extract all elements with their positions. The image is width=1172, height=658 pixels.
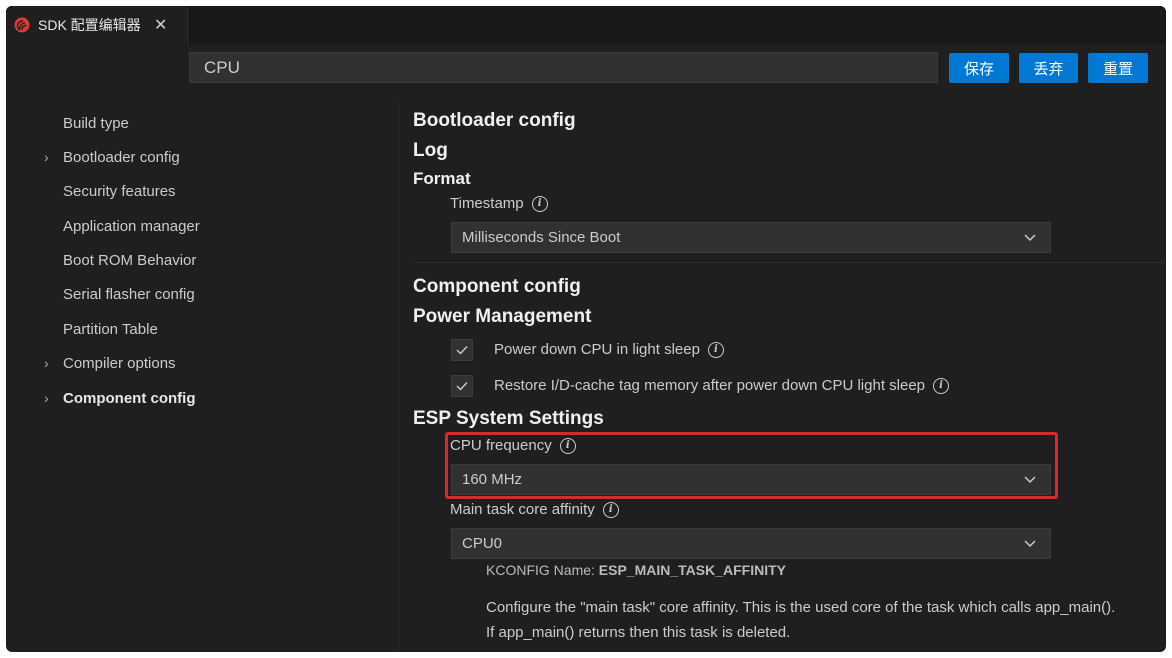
description-line-2: If app_main() returns then this task is … xyxy=(486,624,791,641)
sidebar-item-application-manager[interactable]: Application manager xyxy=(63,218,200,235)
format-heading: Format xyxy=(413,169,471,188)
affinity-select-value: CPU0 xyxy=(462,535,503,552)
tab-sdk-config-editor[interactable]: SDK 配置编辑器 ✕ xyxy=(6,6,188,44)
restore-cache-label: Restore I/D-cache tag memory after power… xyxy=(494,377,926,394)
sidebar-item-component-config[interactable]: Component config xyxy=(63,390,195,407)
restore-cache-checkbox[interactable] xyxy=(451,375,473,397)
restore-cache-label-row: Restore I/D-cache tag memory after power… xyxy=(494,377,950,394)
sidebar-item-serial-flasher-config[interactable]: Serial flasher config xyxy=(63,286,195,303)
tab-title: SDK 配置编辑器 xyxy=(38,17,141,33)
save-button[interactable]: 保存 xyxy=(949,53,1009,83)
cpu-frequency-select-value: 160 MHz xyxy=(462,471,523,488)
cpu-frequency-select[interactable]: 160 MHz xyxy=(451,464,1051,495)
power-down-cpu-label-row: Power down CPU in light sleep i xyxy=(494,341,724,358)
espressif-logo-icon xyxy=(14,17,30,33)
power-down-cpu-checkbox[interactable] xyxy=(451,339,473,361)
tab-bar: SDK 配置编辑器 ✕ xyxy=(6,6,1166,44)
description-line-1: Configure the "main task" core affinity.… xyxy=(486,599,1116,616)
sidebar-divider xyxy=(398,102,399,652)
info-icon[interactable]: i xyxy=(933,377,950,394)
affinity-label: Main task core affinity xyxy=(450,501,595,518)
component-config-heading: Component config xyxy=(413,276,581,297)
check-icon xyxy=(456,346,468,355)
info-icon[interactable]: i xyxy=(531,195,548,212)
info-icon[interactable]: i xyxy=(602,501,619,518)
chevron-right-icon[interactable]: › xyxy=(44,390,49,406)
search-input[interactable] xyxy=(189,52,938,83)
chevron-down-icon xyxy=(1024,234,1036,242)
timestamp-label: Timestamp xyxy=(450,195,524,212)
section-divider xyxy=(413,262,1166,263)
cpu-frequency-label: CPU frequency xyxy=(450,437,552,454)
info-icon[interactable]: i xyxy=(559,437,576,454)
esp-system-settings-heading: ESP System Settings xyxy=(413,408,604,429)
check-icon xyxy=(456,382,468,391)
reset-button[interactable]: 重置 xyxy=(1088,53,1148,83)
kconfig-value: ESP_MAIN_TASK_AFFINITY xyxy=(598,562,787,578)
sidebar-item-bootloader-config[interactable]: Bootloader config xyxy=(63,149,180,166)
chevron-down-icon xyxy=(1024,476,1036,484)
sidebar-item-security-features[interactable]: Security features xyxy=(63,183,176,200)
timestamp-select-value: Milliseconds Since Boot xyxy=(462,229,621,246)
log-heading: Log xyxy=(413,140,448,161)
timestamp-label-row: Timestamp i xyxy=(450,195,548,212)
sidebar-item-partition-table[interactable]: Partition Table xyxy=(63,321,158,338)
close-icon[interactable]: ✕ xyxy=(153,15,169,35)
discard-button[interactable]: 丢弃 xyxy=(1019,53,1078,83)
power-management-heading: Power Management xyxy=(413,306,592,327)
timestamp-select[interactable]: Milliseconds Since Boot xyxy=(451,222,1051,253)
chevron-down-icon xyxy=(1024,540,1036,548)
chevron-right-icon[interactable]: › xyxy=(44,149,49,165)
sidebar-item-compiler-options[interactable]: Compiler options xyxy=(63,355,176,372)
kconfig-prefix: KCONFIG Name: xyxy=(486,562,595,578)
affinity-label-row: Main task core affinity i xyxy=(450,501,619,518)
cpu-frequency-label-row: CPU frequency i xyxy=(450,437,576,454)
sdk-config-editor-window: SDK 配置编辑器 ✕ 保存 丢弃 重置 Build type › Bootlo… xyxy=(6,6,1166,652)
chevron-right-icon[interactable]: › xyxy=(44,355,49,371)
sidebar-item-boot-rom-behavior[interactable]: Boot ROM Behavior xyxy=(63,252,196,269)
power-down-cpu-label: Power down CPU in light sleep xyxy=(494,341,700,358)
kconfig-name: KCONFIG Name: ESP_MAIN_TASK_AFFINITY xyxy=(486,562,786,578)
sidebar-item-build-type[interactable]: Build type xyxy=(63,115,129,132)
bootloader-config-heading: Bootloader config xyxy=(413,110,576,131)
info-icon[interactable]: i xyxy=(707,341,724,358)
affinity-select[interactable]: CPU0 xyxy=(451,528,1051,559)
